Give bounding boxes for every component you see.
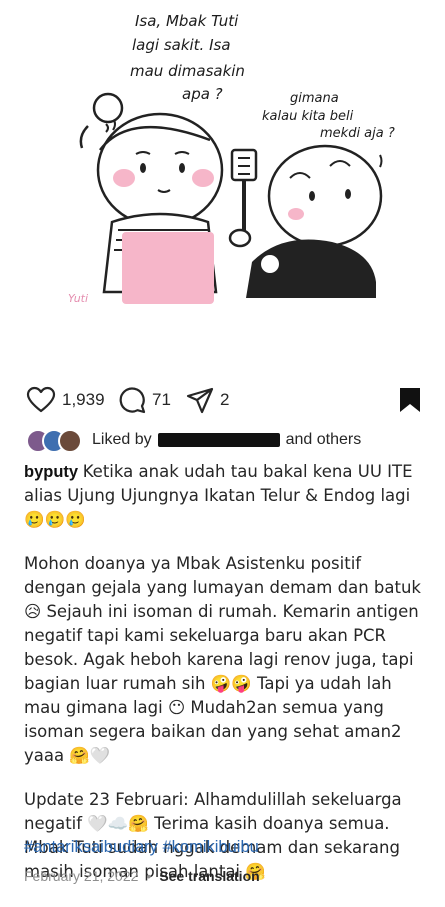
like-action: 1,939 (26, 378, 105, 422)
share-icon[interactable] (186, 386, 214, 414)
heart-icon[interactable] (26, 386, 56, 414)
speech-right-line-3: mekdi aja ? (320, 126, 395, 141)
speech-left-line-2: lagi sakit. Isa (132, 36, 231, 54)
speech-left-line-1: Isa, Mbak Tuti (135, 12, 239, 30)
share-count[interactable]: 2 (220, 390, 229, 410)
caption-paragraph-2: Mohon doanya ya Mbak Asistenku positif d… (24, 552, 424, 768)
liked-by-row: Liked by and others (26, 428, 362, 453)
speech-right-line-1: gimana (290, 91, 339, 106)
hashtags[interactable]: #antariksaibudiary #komikibuibu (24, 838, 259, 857)
comment-action: 71 (118, 378, 171, 422)
comment-count[interactable]: 71 (152, 390, 171, 410)
speech-left-line-4: apa ? (182, 85, 223, 103)
save-action (398, 378, 422, 422)
comic-illustration: Isa, Mbak Tuti lagi sakit. Isa mau dimas… (68, 12, 395, 305)
boy-character (246, 144, 383, 298)
liker-avatars[interactable] (26, 429, 86, 453)
caption-username[interactable]: byputy (24, 463, 78, 481)
avatar (58, 429, 82, 453)
caption-paragraph-1: byputy Ketika anak udah tau bakal kena U… (24, 460, 424, 532)
see-translation-link[interactable]: See translation (159, 868, 259, 884)
post-image[interactable]: Isa, Mbak Tuti lagi sakit. Isa mau dimas… (0, 0, 445, 372)
redacted-username[interactable] (157, 433, 280, 447)
liked-by-suffix[interactable]: and others (286, 431, 362, 449)
artist-signature: Yuti (68, 292, 88, 305)
comment-icon[interactable] (118, 386, 146, 414)
bookmark-icon[interactable] (398, 386, 422, 414)
share-action: 2 (186, 378, 229, 422)
liked-by-prefix: Liked by (92, 431, 152, 448)
speech-left-line-3: mau dimasakin (130, 62, 245, 80)
speech-right-line-2: kalau kita beli (262, 109, 354, 124)
caption-text-2: Mohon doanya ya Mbak Asistenku positif d… (24, 554, 421, 765)
meta-separator: • (146, 868, 152, 884)
post-meta: February 21, 2022 • See translation (24, 868, 260, 884)
action-bar: 1,939 71 2 (0, 378, 445, 422)
like-count[interactable]: 1,939 (62, 390, 105, 410)
post-date: February 21, 2022 (24, 868, 139, 884)
caption-text-1: Ketika anak udah tau bakal kena UU ITE a… (24, 462, 413, 529)
